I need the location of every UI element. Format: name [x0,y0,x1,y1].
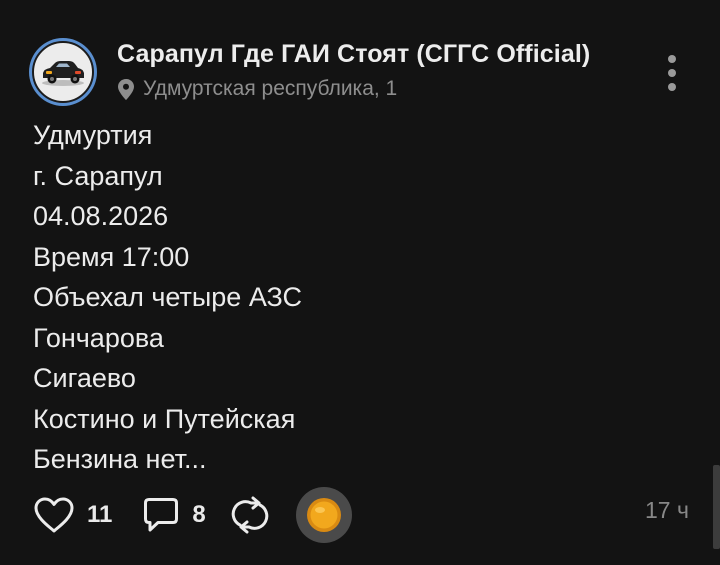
repost-button[interactable] [228,495,272,535]
post-text-line: Сигаево [33,363,136,393]
post-actions: 11 8 [33,487,352,543]
scrollbar[interactable] [713,465,720,549]
post-text-line: Костино и Путейская [33,403,296,434]
post-text-line: Бензина нет... [33,444,207,474]
comment-button[interactable]: 8 [142,496,206,534]
more-vertical-icon[interactable] [662,55,682,91]
like-count: 11 [87,501,113,528]
comment-count: 8 [192,501,206,528]
post-text-line: Удмуртия [33,120,153,150]
post-text-line: г. Сарапул [33,160,163,191]
post-text-line: Время 17:00 [33,241,190,272]
channel-name[interactable]: Сарапул Где ГАИ Стоят (СГГС Official) [117,40,590,69]
comment-icon [144,498,179,532]
location-pin-icon [118,78,134,100]
post-text-line: Гончарова [33,322,164,353]
post-text-line: 04.08.2026 [33,201,169,231]
post-text: Удмуртия г. Сарапул 04.08.2026 Время 17:… [33,115,302,480]
coin-icon [306,498,341,532]
donate-button[interactable] [295,487,352,543]
post-time: 17 ч [645,497,689,523]
car-logo-icon [32,41,94,103]
channel-avatar[interactable] [29,38,97,106]
location-label: Удмуртская республика, 1 [143,77,398,100]
like-button[interactable]: 11 [33,496,112,534]
repost-icon [231,496,269,534]
post-text-line: Объехал четыре АЗС [33,282,303,312]
post-location[interactable]: Удмуртская республика, 1 [118,77,397,101]
heart-icon [34,497,74,533]
